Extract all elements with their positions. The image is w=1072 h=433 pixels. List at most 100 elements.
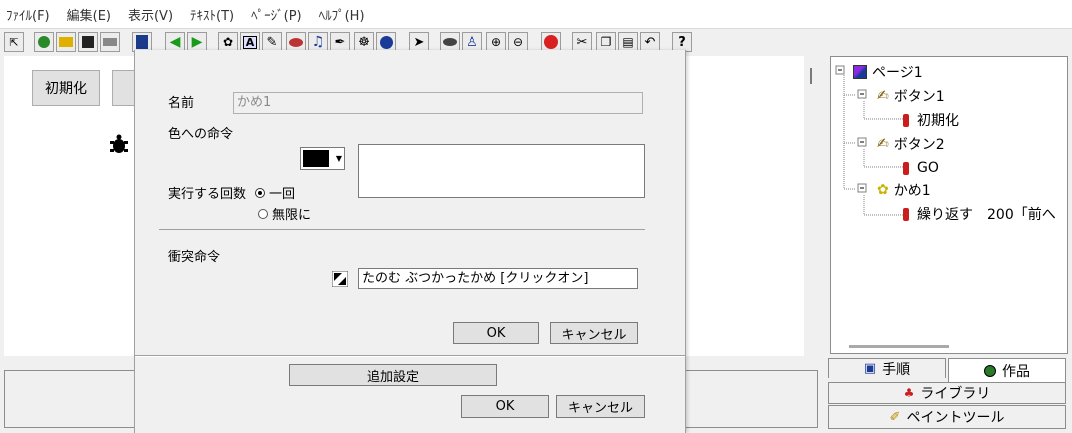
- tree-node-button2-cmd-label: GO: [917, 160, 939, 176]
- color-command-textarea[interactable]: [358, 144, 645, 198]
- color-dropdown[interactable]: ▼: [300, 147, 345, 170]
- arrow-left-icon[interactable]: ◀: [165, 32, 185, 52]
- pen-icon[interactable]: ✒: [330, 32, 350, 52]
- layout-icon[interactable]: [132, 32, 152, 52]
- help-icon[interactable]: ?: [672, 32, 692, 52]
- outer-cancel-button-label: キャンセル: [567, 401, 633, 416]
- cut-icon[interactable]: ✂: [572, 32, 592, 52]
- collision-icon: [332, 271, 348, 287]
- turtle-icon[interactable]: [108, 133, 130, 155]
- ok-button[interactable]: OK: [453, 322, 539, 344]
- tree-node-button2[interactable]: ✍ ボタン2: [877, 135, 945, 153]
- copy-icon[interactable]: ❐: [596, 32, 616, 52]
- collision-command-field[interactable]: たのむ ぶつかったかめ [クリックオン]: [358, 268, 638, 289]
- collision-command-value: たのむ ぶつかったかめ [クリックオン]: [362, 271, 589, 286]
- tab-library[interactable]: ♣ ライブラリ: [828, 382, 1066, 404]
- print-icon[interactable]: [100, 32, 120, 52]
- menu-edit[interactable]: 編集(E): [67, 5, 111, 24]
- stage-button-init-label: 初期化: [45, 81, 87, 97]
- zoom-out-icon[interactable]: ⊖: [508, 32, 528, 52]
- menu-file[interactable]: ﾌｧｲﾙ(F): [6, 5, 50, 24]
- dialog-bottom-divider-highlight: [135, 356, 685, 357]
- additional-settings-button[interactable]: 追加設定: [289, 364, 497, 386]
- music-icon[interactable]: ♫: [308, 32, 328, 52]
- help-glyph: ?: [678, 34, 686, 50]
- tab-procedure-label: 手順: [882, 361, 911, 378]
- turtle-object-icon: ✿: [877, 182, 889, 198]
- tab-works-label: 作品: [1002, 363, 1030, 380]
- zoom-in-icon[interactable]: ⊕: [486, 32, 506, 52]
- works-icon: [984, 364, 996, 377]
- collision-command-label: 衝突命令: [168, 250, 221, 265]
- menu-bar: ﾌｧｲﾙ(F) 編集(E) 表示(V) ﾃｷｽﾄ(T) ﾍﾟｰｼﾞ(P) ﾍﾙﾌ…: [0, 0, 1072, 28]
- outer-ok-button-label: OK: [495, 399, 515, 414]
- color-command-label: 色への命令: [168, 127, 234, 142]
- tree-horizontal-scrollbar[interactable]: [849, 345, 949, 348]
- tab-library-label: ライブラリ: [920, 386, 991, 402]
- cancel-button-label: キャンセル: [561, 327, 627, 343]
- globe-icon[interactable]: [376, 32, 396, 52]
- open-folder-icon[interactable]: [56, 32, 76, 52]
- tree-node-button1-cmd[interactable]: 初期化: [903, 111, 959, 129]
- save-icon[interactable]: [78, 32, 98, 52]
- turtle-tool-icon[interactable]: ✿: [218, 32, 238, 52]
- movie-icon[interactable]: ☸: [354, 32, 374, 52]
- tab-paint-tools[interactable]: ✐ ペイントツール: [828, 405, 1066, 429]
- eye-icon[interactable]: [440, 32, 460, 52]
- tree-node-turtle-cmd[interactable]: 繰り返す 200「前へ: [903, 205, 1056, 223]
- menu-view[interactable]: 表示(V): [128, 5, 173, 24]
- stage-button-init[interactable]: 初期化: [32, 70, 100, 106]
- repeat-count-label: 実行する回数: [168, 187, 247, 202]
- tree-node-button1[interactable]: ✍ ボタン1: [877, 87, 945, 105]
- menu-text[interactable]: ﾃｷｽﾄ(T): [190, 5, 234, 24]
- radio-infinite-label: 無限に: [272, 208, 312, 223]
- radio-once[interactable]: 一回: [255, 183, 295, 202]
- undo-icon[interactable]: ↶: [640, 32, 660, 52]
- ok-button-label: OK: [486, 325, 506, 341]
- button-tool-icon[interactable]: ✎: [262, 32, 282, 52]
- paste-icon[interactable]: ▤: [618, 32, 638, 52]
- text-box-icon[interactable]: A: [240, 32, 260, 52]
- select-cursor-icon[interactable]: ⇱: [4, 32, 24, 52]
- tree-node-button2-cmd[interactable]: GO: [903, 159, 939, 177]
- cancel-button[interactable]: キャンセル: [550, 322, 638, 344]
- panel-tabs: ▣ 手順 作品 ♣ ライブラリ ✐ ペイントツール: [826, 356, 1072, 433]
- object-tree-panel: ページ1 ✍ ボタン1 初期化 ✍ ボタン2 GO ✿ かめ1 繰り返す 200…: [830, 56, 1068, 354]
- menu-help[interactable]: ﾍﾙﾌﾟ(H): [319, 5, 365, 24]
- sound-icon[interactable]: [286, 32, 306, 52]
- section-divider: [159, 229, 645, 230]
- stamp-icon[interactable]: ♙: [462, 32, 482, 52]
- tree-node-page[interactable]: ページ1: [853, 63, 923, 81]
- new-page-icon[interactable]: [34, 32, 54, 52]
- tree-node-turtle-label: かめ1: [893, 183, 931, 199]
- tab-works[interactable]: 作品: [948, 358, 1066, 382]
- library-icon: ♣: [903, 386, 915, 400]
- radio-selected-icon: [255, 187, 265, 198]
- tree-node-turtle[interactable]: ✿ かめ1: [877, 181, 931, 199]
- turtle-settings-dialog: 名前 かめ1 色への命令 ▼ 実行する回数 一回 無限に 衝突命令 たのむ ぶつ…: [134, 50, 686, 433]
- radio-infinite[interactable]: 無限に: [258, 204, 311, 223]
- tree-node-button1-cmd-label: 初期化: [917, 113, 959, 129]
- button-object-icon: ✍: [877, 136, 889, 152]
- color-swatch: [303, 150, 329, 167]
- button-object-icon: ✍: [877, 88, 889, 104]
- tree-lines: [835, 65, 903, 216]
- radio-once-label: 一回: [269, 187, 296, 202]
- tree-node-button2-label: ボタン2: [893, 137, 945, 153]
- command-icon: [903, 161, 909, 175]
- tab-procedure[interactable]: ▣ 手順: [828, 358, 946, 378]
- outer-cancel-button[interactable]: キャンセル: [556, 395, 645, 418]
- arrow-right-icon[interactable]: ▶: [187, 32, 207, 52]
- name-label: 名前: [168, 96, 195, 111]
- menu-page[interactable]: ﾍﾟｰｼﾞ(P): [251, 5, 301, 24]
- tab-paint-tools-label: ペイントツール: [906, 410, 1005, 426]
- name-field[interactable]: かめ1: [233, 92, 643, 114]
- outer-ok-button[interactable]: OK: [461, 395, 549, 418]
- radio-unselected-icon: [258, 208, 268, 219]
- brush-icon: ✐: [889, 409, 901, 425]
- tree-node-turtle-cmd-label: 繰り返す 200「前へ: [917, 207, 1056, 223]
- arrow-pointer-icon[interactable]: ➤: [409, 32, 429, 52]
- stage-scroll-caret: [810, 68, 812, 84]
- chevron-down-icon: ▼: [335, 154, 342, 163]
- stop-icon[interactable]: [541, 32, 561, 52]
